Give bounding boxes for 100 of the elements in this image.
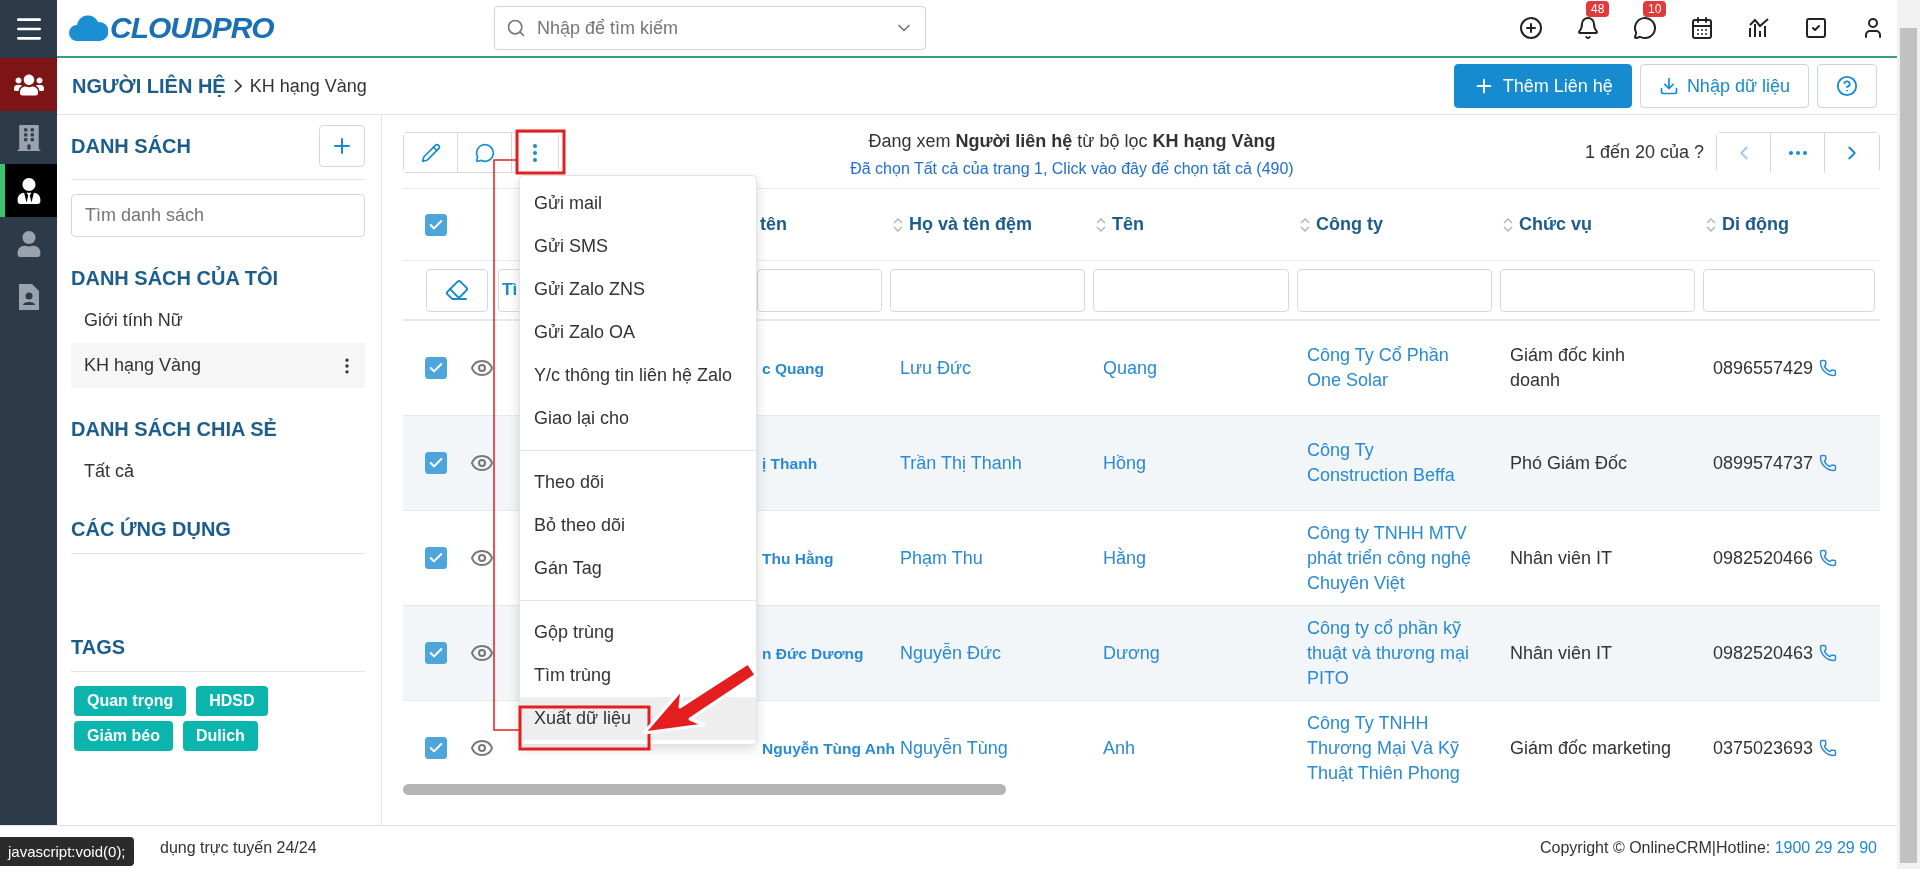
person-icon[interactable] [15, 230, 42, 257]
search-button[interactable]: Tì [498, 268, 519, 312]
add-icon[interactable] [1519, 16, 1543, 40]
filter-field[interactable] [1500, 268, 1695, 312]
filter-field[interactable] [1297, 268, 1492, 312]
tag[interactable]: HDSD [196, 686, 268, 716]
row-checkbox[interactable] [425, 452, 447, 474]
filter-field[interactable] [1093, 268, 1289, 312]
contact-name[interactable]: n Đức Dương [762, 644, 864, 662]
building-icon[interactable] [15, 124, 42, 151]
company-link[interactable]: Công Ty Cổ Phần One Solar [1307, 343, 1500, 393]
ellipsis-icon [1788, 151, 1807, 155]
row-checkbox[interactable] [425, 547, 447, 569]
breadcrumb-item: KH hạng Vàng [249, 75, 367, 97]
table-cell[interactable]: Trần Thị Thanh [900, 452, 1022, 473]
tag[interactable]: Dulich [182, 721, 258, 751]
chat-icon[interactable] [1633, 16, 1657, 40]
column-header[interactable]: Họ và tên đệm [909, 214, 1033, 235]
list-item[interactable]: KH hạng Vàng [71, 343, 365, 388]
rail-item[interactable] [0, 58, 57, 111]
row-checkbox[interactable] [425, 642, 447, 664]
list-item[interactable]: Giới tính Nữ [71, 298, 365, 343]
sort-icon [1096, 216, 1106, 233]
menu-item[interactable]: Gửi Zalo OA [520, 311, 756, 354]
table-cell[interactable]: Hằng [1103, 547, 1147, 568]
scrollbar-thumb[interactable] [1900, 28, 1917, 863]
contact-name[interactable]: Thu Hằng [762, 549, 834, 567]
count-badge: 10 [1643, 1, 1667, 17]
menu-item[interactable]: Bỏ theo dõi [520, 504, 756, 547]
edit-button[interactable] [404, 133, 458, 172]
filter-field[interactable] [1703, 268, 1875, 312]
column-header[interactable]: Chức vụ [1519, 214, 1593, 235]
menu-item[interactable]: Gửi mail [520, 182, 756, 225]
column-header[interactable]: Tên [1112, 214, 1144, 235]
chart-icon[interactable] [1747, 16, 1771, 40]
column-header[interactable]: Công ty [1316, 214, 1383, 235]
menu-item[interactable]: Giao lại cho [520, 397, 756, 440]
select-all-link[interactable]: Đã chọn Tất cả của trang 1, Click vào đây để chọn tất cả (490) [559, 155, 1585, 182]
table-cell[interactable]: Anh [1103, 737, 1136, 758]
column-header[interactable]: tên [760, 214, 787, 235]
cloud-logo-icon[interactable] [68, 13, 108, 43]
phone-icon[interactable] [1819, 454, 1838, 472]
logo-text[interactable]: CLOUDPRO [110, 11, 274, 45]
table-cell[interactable]: Hồng [1103, 452, 1147, 473]
module-title[interactable]: NGƯỜI LIÊN HỆ [72, 74, 226, 98]
list-item[interactable]: Tất cả [71, 449, 365, 494]
notification-icon[interactable] [1576, 16, 1600, 40]
filter-field[interactable] [757, 268, 882, 312]
calendar-icon[interactable] [1690, 16, 1714, 40]
menu-item[interactable]: Gửi Zalo ZNS [520, 268, 756, 311]
table-cell[interactable]: Lưu Đức [900, 357, 972, 378]
page-range: 1 đến 20 của ? [1584, 142, 1704, 163]
menu-item[interactable]: Gửi SMS [520, 225, 756, 268]
menu-item[interactable]: Gộp trùng [520, 611, 756, 654]
phone-icon[interactable] [1819, 359, 1838, 377]
add-button[interactable]: Thêm Liên hệ [1453, 64, 1632, 108]
menu-item[interactable]: Theo dõi [520, 461, 756, 504]
search-field[interactable]: Nhập để tìm kiếm [494, 6, 926, 50]
contact-icon[interactable] [15, 177, 42, 204]
table-cell[interactable]: Nguyễn Đức [900, 642, 1002, 663]
company-link[interactable]: Công ty cổ phần kỹ thuật và thương mại PITO [1307, 615, 1500, 691]
contact-name[interactable]: ị Thanh [762, 454, 818, 472]
sort-icon [1503, 216, 1513, 233]
phone-icon[interactable] [1819, 644, 1838, 662]
table-cell[interactable]: Quang [1103, 357, 1158, 378]
row-checkbox[interactable] [425, 737, 447, 759]
scrollbar-thumb[interactable] [403, 784, 1006, 795]
highlight-frame [515, 129, 566, 175]
list-search-field[interactable]: Tìm danh sách [71, 194, 365, 237]
row-checkbox[interactable] [425, 357, 447, 379]
menu-item[interactable]: Gán Tag [520, 547, 756, 590]
table-cell[interactable]: Dương [1103, 642, 1160, 663]
table-cell-text: Nhân viên IT [1510, 641, 1614, 665]
tag[interactable]: Giảm béo [74, 721, 173, 751]
menu-item[interactable]: Tìm trùng [520, 654, 756, 697]
document-icon[interactable] [18, 283, 39, 310]
phone-icon[interactable] [1819, 739, 1838, 757]
add-list-button[interactable] [319, 125, 365, 167]
menu-item[interactable]: Y/c thông tin liên hệ Zalo [520, 354, 756, 397]
phone-icon[interactable] [1819, 549, 1838, 567]
rail-item[interactable] [0, 164, 57, 217]
contact-name[interactable]: c Quang [762, 359, 824, 377]
select-all-checkbox[interactable] [425, 213, 447, 236]
kebab-icon [533, 143, 537, 162]
import-button[interactable]: Nhập dữ liệu [1639, 64, 1809, 108]
hotline-link[interactable]: 1900 29 29 90 [1774, 838, 1877, 856]
company-link[interactable]: Công Ty TNHH Thương Mại Và Kỹ Thuật Thiên Phong [1307, 710, 1500, 786]
table-cell-text: Phó Giám Đốc [1510, 451, 1629, 475]
column-header[interactable]: Di động [1722, 214, 1789, 235]
clear-filter-button[interactable] [426, 268, 488, 312]
contact-name[interactable]: Nguyễn Tùng Anh [762, 739, 895, 757]
company-link[interactable]: Công Ty Construction Beffa [1307, 438, 1500, 488]
help-button[interactable] [1817, 64, 1877, 108]
table-cell[interactable]: Phạm Thu [900, 547, 983, 568]
task-icon[interactable] [1804, 16, 1828, 40]
filter-field[interactable] [890, 268, 1085, 312]
table-cell[interactable]: Nguyễn Tùng [900, 737, 1008, 758]
company-link[interactable]: Công ty TNHH MTV phát triển công nghệ Chuyên Việt [1307, 520, 1500, 596]
section-title: DANH SÁCH [71, 134, 191, 158]
tag[interactable]: Quan trọng [74, 686, 187, 716]
